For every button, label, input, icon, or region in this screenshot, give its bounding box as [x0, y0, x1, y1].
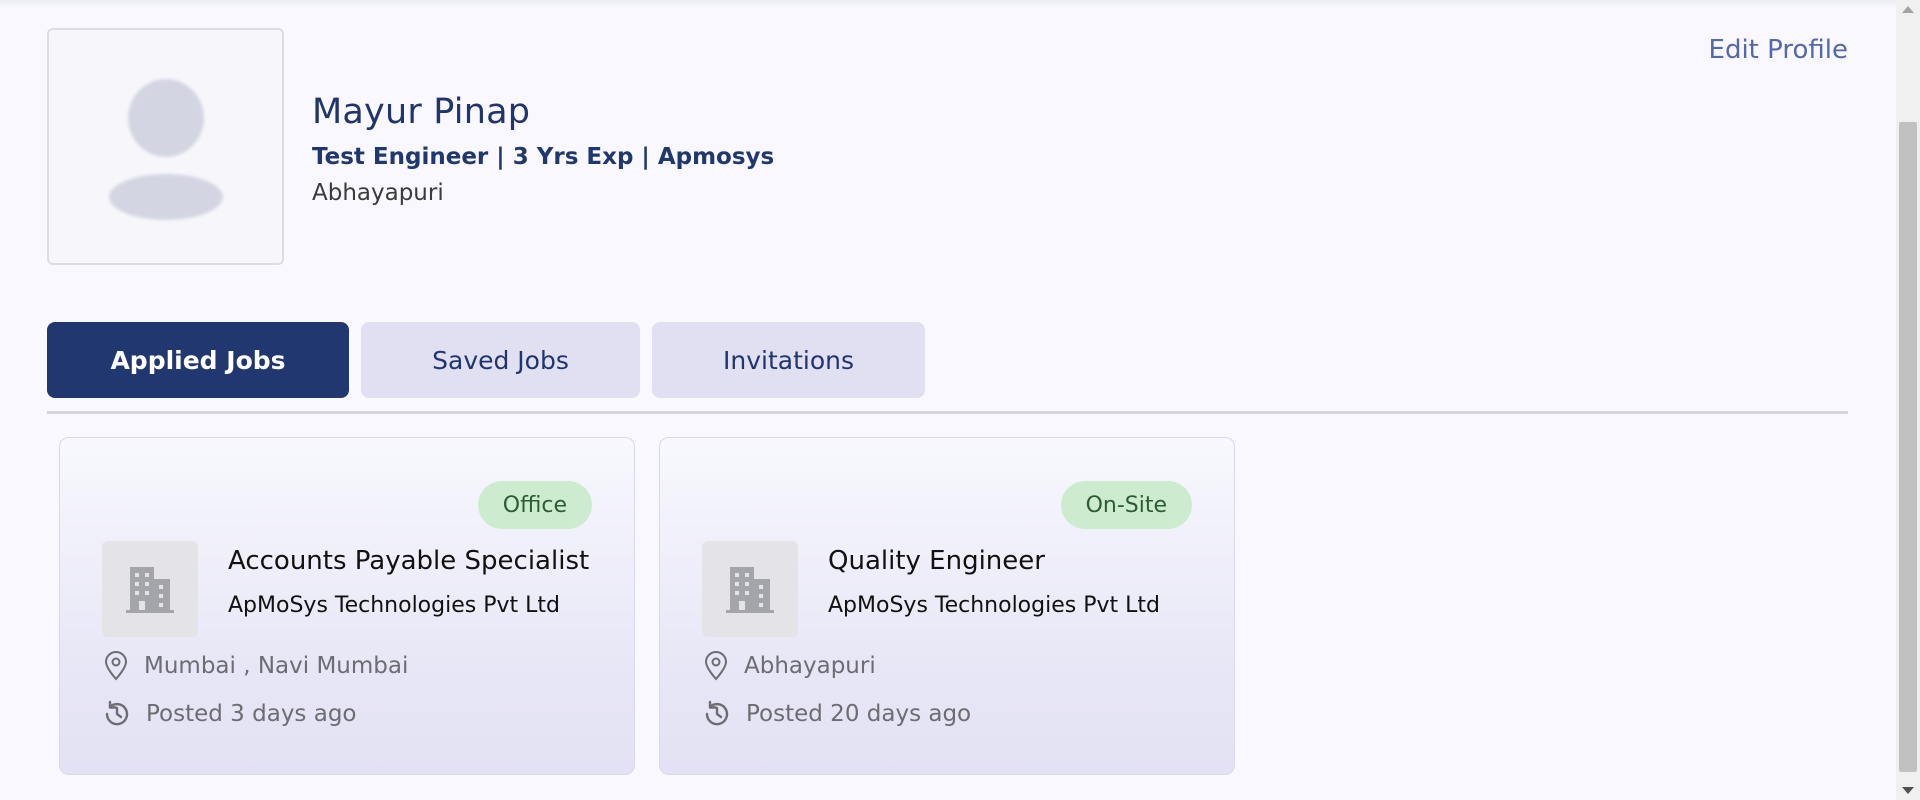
work-mode-badge: Office — [477, 481, 592, 529]
tab-invitations[interactable]: Invitations — [652, 322, 925, 398]
history-clock-icon — [705, 700, 729, 726]
profile-name: Mayur Pinap — [312, 92, 531, 132]
company-logo — [102, 541, 198, 637]
scroll-down-arrow-icon[interactable] — [1902, 787, 1914, 794]
tab-applied-jobs[interactable]: Applied Jobs — [47, 322, 349, 398]
top-shadow — [0, 0, 1896, 8]
profile-subtitle: Test Engineer | 3 Yrs Exp | Apmosys — [312, 144, 775, 170]
profile-avatar — [47, 28, 284, 265]
work-mode-badge: On-Site — [1060, 481, 1192, 529]
job-card[interactable]: On-Site Quality Engineer ApMoSys Technol… — [659, 437, 1235, 775]
tab-divider — [47, 411, 1848, 414]
job-posted-text: Posted 20 days ago — [746, 701, 972, 727]
job-posted: Posted 20 days ago — [702, 699, 971, 729]
scroll-up-arrow-icon[interactable] — [1902, 6, 1914, 13]
scroll-thumb[interactable] — [1899, 122, 1917, 772]
company-name: ApMoSys Technologies Pvt Ltd — [828, 593, 1160, 618]
job-posted-text: Posted 3 days ago — [146, 701, 357, 727]
job-title: Quality Engineer — [828, 546, 1045, 576]
profile-page: Mayur Pinap Test Engineer | 3 Yrs Exp | … — [0, 0, 1920, 800]
job-location-text: Abhayapuri — [744, 653, 876, 679]
building-icon — [726, 567, 774, 613]
edit-profile-link[interactable]: Edit Profile — [1709, 35, 1848, 65]
job-location-text: Mumbai , Navi Mumbai — [144, 653, 409, 679]
tab-saved-jobs[interactable]: Saved Jobs — [361, 322, 640, 398]
vertical-scrollbar[interactable] — [1896, 0, 1920, 800]
map-pin-icon — [704, 651, 728, 681]
map-pin-icon — [104, 651, 128, 681]
job-posted: Posted 3 days ago — [102, 699, 357, 729]
job-title: Accounts Payable Specialist — [228, 546, 590, 576]
job-location: Abhayapuri — [702, 651, 876, 681]
profile-location: Abhayapuri — [312, 180, 444, 206]
building-icon — [126, 567, 174, 613]
company-name: ApMoSys Technologies Pvt Ltd — [228, 593, 560, 618]
history-clock-icon — [105, 700, 129, 726]
user-placeholder-icon — [109, 79, 223, 220]
company-logo — [702, 541, 798, 637]
job-location: Mumbai , Navi Mumbai — [102, 651, 408, 681]
job-card[interactable]: Office Accounts Payable Specialist ApMoS… — [59, 437, 635, 775]
